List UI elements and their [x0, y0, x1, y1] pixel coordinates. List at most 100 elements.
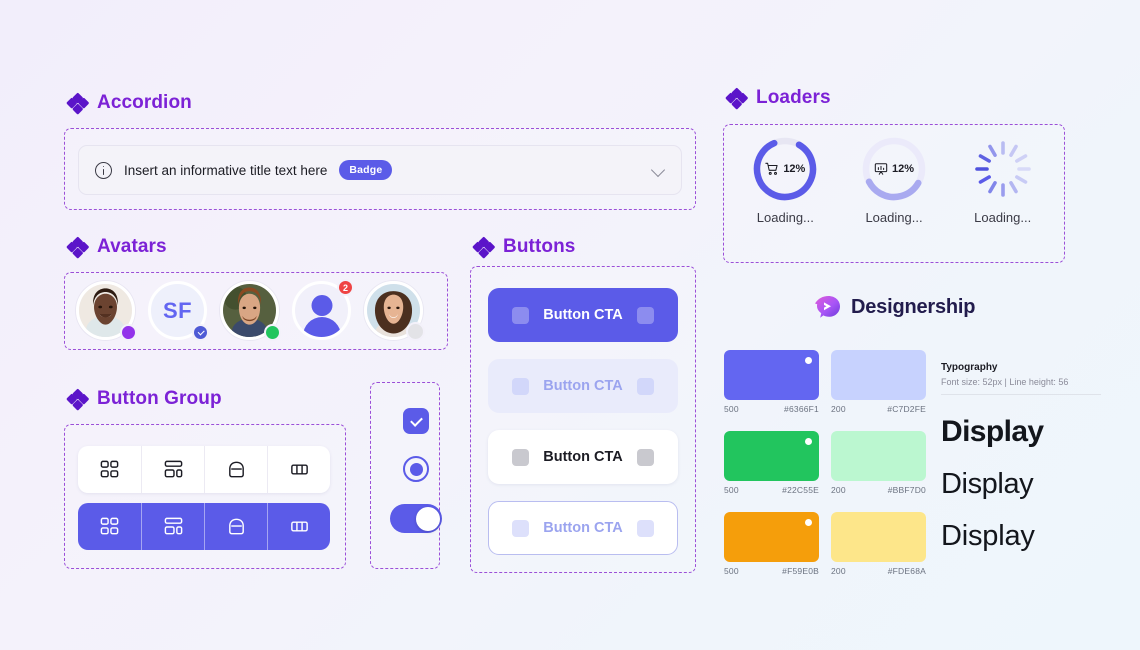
- accordion-item[interactable]: Insert an informative title text here Ba…: [78, 145, 682, 195]
- color-swatch-grid: 500 #6366F1 200 #C7D2FE 500 #22C55E 200 #BBF…: [724, 350, 926, 576]
- section-header-avatars: Avatars: [66, 235, 167, 259]
- leading-icon: [512, 306, 530, 324]
- archive-box-icon: [228, 518, 244, 535]
- trailing-icon: [636, 448, 654, 466]
- trailing-icon: [636, 377, 654, 395]
- notification-count-badge: 2: [337, 279, 354, 296]
- loader-item: 12% Loading...: [731, 136, 840, 225]
- avatar[interactable]: [220, 281, 281, 341]
- color-swatch[interactable]: 200 #C7D2FE: [831, 350, 926, 414]
- color-swatch[interactable]: 500 #F59E0B: [724, 512, 819, 576]
- archive-box-icon: [228, 461, 244, 478]
- avatar-list: SF 2: [76, 279, 425, 341]
- chevron-down-icon[interactable]: [652, 164, 665, 177]
- columns-icon: [290, 521, 308, 532]
- leading-icon: [512, 519, 530, 537]
- button-group-item-columns[interactable]: [267, 446, 330, 493]
- swatch-chip: [724, 350, 819, 400]
- swatch-tone: 500: [724, 404, 739, 414]
- swatch-tone: 500: [724, 485, 739, 495]
- button-label: Button CTA: [543, 307, 623, 323]
- design-system-canvas: Accordion Insert an informative title te…: [0, 0, 1140, 650]
- swatch-hex: #22C55E: [782, 485, 819, 495]
- dashboard-layout-icon: [164, 460, 182, 478]
- display-sample-light: Display: [941, 520, 1035, 552]
- section-header-accordion: Accordion: [66, 91, 192, 115]
- button-group-item-columns-active[interactable]: [267, 503, 330, 550]
- button-label: Button CTA: [543, 378, 623, 394]
- button-list: Button CTA Button CTA Button CTA Button …: [488, 288, 678, 555]
- button-group-item-archive[interactable]: [204, 446, 267, 493]
- color-swatch[interactable]: 200 #BBF7D0: [831, 431, 926, 495]
- verified-check-icon: [192, 324, 209, 341]
- display-sample-regular: Display: [941, 468, 1034, 500]
- progress-ring-solid: 12%: [752, 136, 818, 202]
- radio-selected[interactable]: [403, 456, 429, 482]
- grid-icon: [100, 517, 119, 535]
- section-title: Accordion: [97, 92, 192, 113]
- typography-heading: Typography: [941, 362, 998, 373]
- trailing-icon: [636, 519, 654, 537]
- cta-button-primary[interactable]: Button CTA: [488, 288, 678, 342]
- section-header-loaders: Loaders: [725, 86, 831, 110]
- swatch-tone: 200: [831, 485, 846, 495]
- section-title: Button Group: [97, 388, 222, 409]
- diamond-cluster-icon: [66, 235, 89, 259]
- spinner-wrap: [970, 136, 1036, 202]
- button-label: Button CTA: [543, 449, 623, 465]
- cta-button-white[interactable]: Button CTA: [488, 430, 678, 484]
- section-title: Buttons: [503, 236, 576, 257]
- loader-label: Loading...: [865, 210, 923, 225]
- avatar[interactable]: [364, 281, 425, 341]
- button-group-item-archive-active[interactable]: [204, 503, 267, 550]
- swatch-hex: #C7D2FE: [887, 404, 926, 414]
- color-swatch[interactable]: 500 #22C55E: [724, 431, 819, 495]
- section-title: Avatars: [97, 236, 167, 257]
- diamond-cluster-icon: [66, 91, 89, 115]
- diamond-cluster-icon: [725, 86, 748, 110]
- typography-panel: Typography Font size: 52px | Line height…: [941, 362, 1101, 551]
- swatch-hex: #F59E0B: [782, 566, 819, 576]
- section-header-buttons: Buttons: [472, 235, 576, 259]
- presentation-chart-icon: [874, 163, 888, 175]
- diamond-cluster-icon: [472, 235, 495, 259]
- swatch-dot-icon: [805, 357, 812, 364]
- button-group-item-grid-active[interactable]: [78, 503, 141, 550]
- button-group-dark: [78, 503, 330, 550]
- typography-specs: Font size: 52px | Line height: 56: [941, 377, 1101, 395]
- loader-item: 12% Loading...: [840, 136, 949, 225]
- avatar[interactable]: SF: [148, 281, 209, 341]
- shopping-cart-icon: [765, 162, 778, 175]
- button-group-item-grid[interactable]: [78, 446, 141, 493]
- cta-button-outline[interactable]: Button CTA: [488, 501, 678, 555]
- diamond-cluster-icon: [66, 387, 89, 411]
- toggle-switch[interactable]: [390, 504, 442, 533]
- avatar[interactable]: 2: [292, 279, 354, 340]
- designership-logo: [815, 296, 840, 318]
- section-header-button-group: Button Group: [66, 387, 222, 411]
- color-swatch[interactable]: 200 #FDE68A: [831, 512, 926, 576]
- status-dot-gray: [406, 322, 425, 341]
- spinner-icon: [974, 141, 1031, 197]
- color-swatch[interactable]: 500 #6366F1: [724, 350, 819, 414]
- brand-name: Designership: [851, 295, 976, 318]
- button-group-item-layout[interactable]: [141, 446, 204, 493]
- swatch-dot-icon: [805, 438, 812, 445]
- progress-ring-light: 12%: [861, 136, 927, 202]
- swatch-chip: [831, 512, 926, 562]
- avatar[interactable]: [76, 281, 137, 341]
- checkbox-checked[interactable]: [403, 408, 429, 434]
- cta-button-soft[interactable]: Button CTA: [488, 359, 678, 413]
- button-group-light: [78, 446, 330, 493]
- columns-icon: [290, 464, 308, 475]
- leading-icon: [512, 377, 530, 395]
- swatch-chip: [724, 512, 819, 562]
- button-label: Button CTA: [543, 520, 623, 536]
- accordion-title: Insert an informative title text here: [124, 162, 328, 178]
- controls-list: [390, 408, 442, 533]
- status-dot-green: [264, 324, 281, 341]
- status-dot-purple: [120, 324, 137, 341]
- swatch-hex: #BBF7D0: [887, 485, 926, 495]
- button-group-item-layout-active[interactable]: [141, 503, 204, 550]
- loader-percent: 12%: [783, 163, 806, 175]
